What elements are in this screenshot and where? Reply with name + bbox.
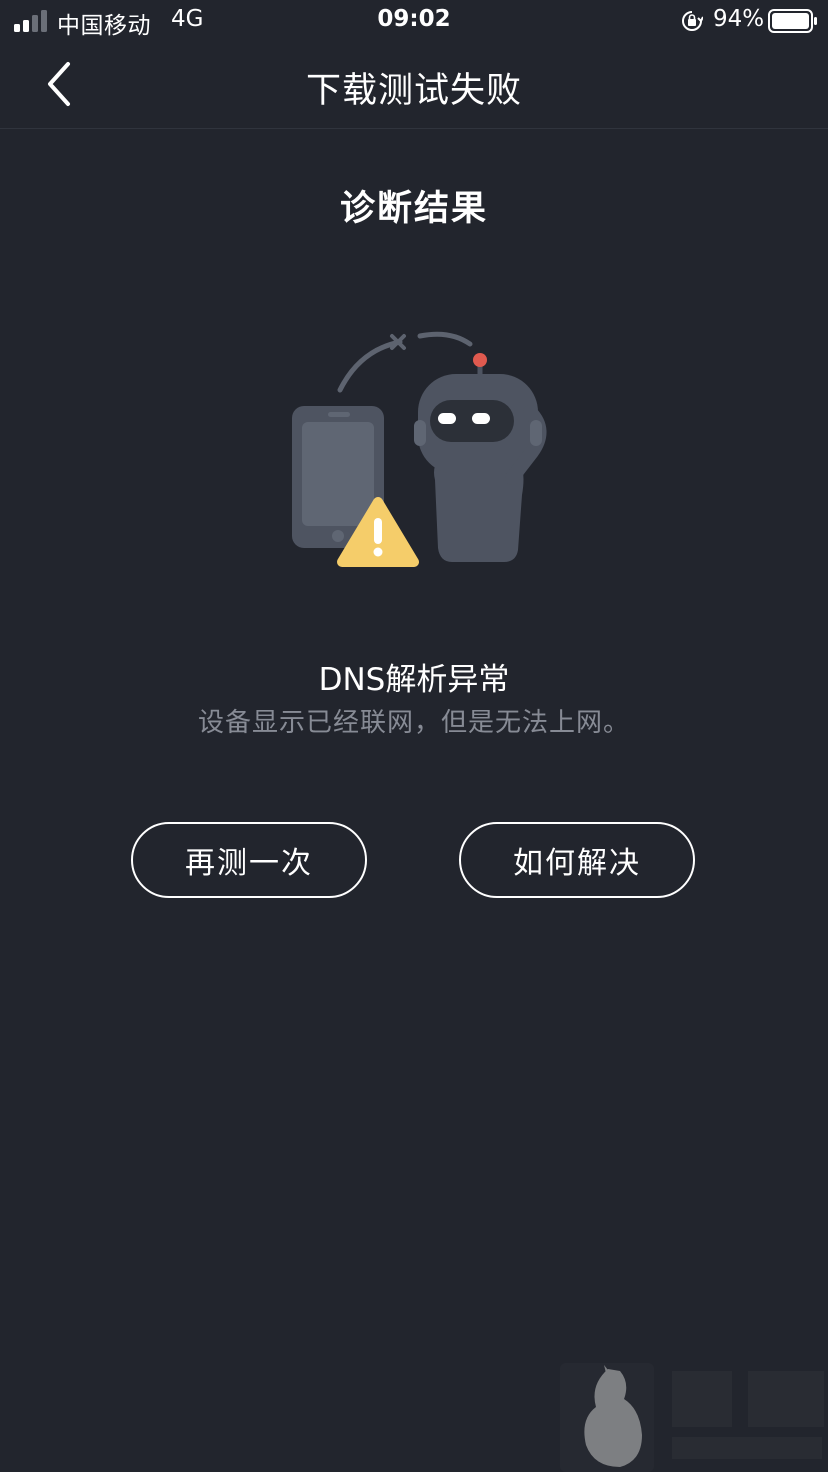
status-bar: 中国移动 4G 09:02 94% bbox=[0, 0, 828, 42]
retest-button[interactable]: 再测一次 bbox=[131, 822, 367, 898]
nav-bar: 下载测试失败 bbox=[0, 42, 828, 129]
robot-icon bbox=[414, 353, 547, 562]
result-title: DNS解析异常 bbox=[318, 662, 510, 698]
rotation-lock-icon bbox=[682, 11, 703, 31]
section-title: 诊断结果 bbox=[339, 189, 488, 229]
page-title: 下载测试失败 bbox=[305, 71, 522, 111]
screen: 中国移动 4G 09:02 94% 下载测试失败 诊断结果 DNS解析异常 设备… bbox=[0, 0, 828, 1472]
clock: 09:02 bbox=[377, 6, 451, 32]
watermark-logo bbox=[560, 1363, 824, 1472]
battery-icon bbox=[768, 9, 817, 33]
result-description: 设备显示已经联网，但是无法上网。 bbox=[197, 708, 630, 738]
illustration bbox=[292, 331, 547, 567]
battery-percent: 94% bbox=[713, 6, 765, 32]
how-to-fix-button[interactable]: 如何解决 bbox=[459, 822, 695, 898]
